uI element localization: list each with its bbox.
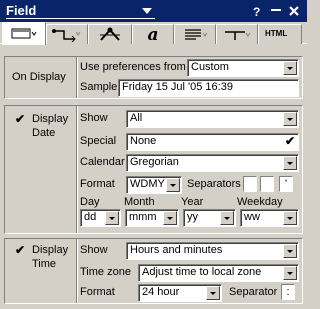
format-select[interactable]: WDMY [126, 176, 182, 194]
tab-tabs[interactable] [216, 24, 258, 44]
use-preferences-select[interactable]: Custom [187, 59, 299, 77]
date-show-label: Show [80, 112, 108, 124]
timezone-select[interactable]: Adjust time to local zone [138, 264, 299, 282]
display-date-checkbox[interactable]: ✔ [15, 112, 25, 126]
time-show-value: Hours and minutes [130, 244, 223, 256]
special-label: Special [80, 135, 117, 147]
minimize-icon[interactable] [268, 3, 284, 19]
chevron-down-icon[interactable] [283, 112, 297, 126]
time-separator-label: Separator [229, 286, 278, 298]
day-select[interactable]: dd [80, 209, 121, 227]
time-separator-field[interactable]: : [281, 284, 295, 300]
paragraph-tab-icon [185, 28, 208, 40]
month-label: Month [124, 196, 155, 208]
year-select[interactable]: yy [183, 209, 236, 227]
day-value: dd [84, 211, 97, 223]
sample-label: Sample [80, 81, 118, 93]
display-time-label-2: Time [32, 258, 57, 270]
display-date-separator [76, 106, 78, 233]
tabs-tab-icon [225, 30, 251, 40]
separator-1-field[interactable] [243, 176, 257, 192]
format-label: Format [80, 178, 115, 190]
format-value: WDMY [130, 178, 165, 190]
year-label: Year [181, 196, 204, 208]
timezone-label: Time zone [80, 266, 131, 278]
time-show-label: Show [80, 244, 108, 256]
calendar-select[interactable]: Gregorian [126, 154, 299, 172]
display-time-label-1: Display [32, 244, 69, 256]
on-display-label: On Display [12, 71, 66, 83]
use-preferences-label: Use preferences from [80, 61, 186, 73]
on-display-separator [76, 57, 78, 98]
chevron-down-icon[interactable] [105, 211, 119, 225]
tab-text[interactable]: a [132, 24, 174, 45]
time-format-value: 24 hour [142, 286, 180, 298]
title-bar[interactable]: Field ? [0, 0, 307, 22]
date-show-select[interactable]: All [126, 110, 299, 128]
month-value: mmm [129, 211, 157, 223]
chevron-down-icon[interactable] [206, 286, 220, 300]
chevron-down-icon[interactable] [166, 178, 180, 192]
month-select[interactable]: mmm [125, 209, 179, 227]
year-value: yy [187, 211, 198, 223]
chevron-down-icon[interactable] [283, 211, 297, 225]
display-date-label-1: Display [32, 113, 69, 125]
calendar-label: Calendar [80, 156, 125, 168]
separator-2-field[interactable] [260, 176, 274, 192]
html-tab-label: HTML [265, 29, 288, 38]
timezone-value: Adjust time to local zone [142, 266, 262, 278]
tab-strip: a HTML [0, 22, 307, 45]
display-time-panel: ✔ Display Time Show Hours and minutes Ti… [4, 238, 303, 304]
tab-paragraph[interactable] [174, 24, 216, 44]
on-display-panel: On Display Use preferences from Custom S… [4, 56, 303, 99]
chevron-down-icon[interactable] [220, 211, 234, 225]
chevron-down-icon[interactable] [283, 156, 297, 170]
use-preferences-value: Custom [191, 61, 229, 73]
chevron-down-icon[interactable] [283, 61, 297, 75]
tab-connectors[interactable] [46, 24, 88, 44]
connector-tab-icon [52, 28, 81, 42]
chevron-down-icon[interactable] [163, 211, 177, 225]
close-icon[interactable] [286, 3, 302, 19]
special-value: None [130, 135, 157, 147]
display-date-panel: ✔ Display Date Show All Special None ✔ C… [4, 105, 303, 234]
time-show-select[interactable]: Hours and minutes [126, 242, 299, 260]
title-menu-arrow-icon[interactable] [142, 8, 152, 14]
day-label: Day [80, 196, 100, 208]
tab-picture[interactable] [88, 24, 132, 44]
separators-label: Separators [187, 178, 241, 190]
help-icon[interactable]: ? [250, 3, 266, 19]
svg-text:?: ? [253, 5, 260, 19]
display-time-checkbox[interactable]: ✔ [15, 243, 25, 257]
sample-value: Friday 15 Jul '05 16:39 [122, 81, 233, 93]
separator-3-field[interactable]: ' [279, 176, 293, 192]
display-date-label-2: Date [32, 127, 56, 139]
time-format-select[interactable]: 24 hour [138, 284, 222, 302]
title-underline [6, 18, 155, 19]
special-check-icon: ✔ [284, 134, 295, 148]
tab-html[interactable]: HTML [258, 24, 302, 44]
chevron-down-icon[interactable] [283, 266, 297, 280]
calendar-value: Gregorian [130, 156, 179, 168]
text-tab-icon: a [147, 25, 159, 45]
picture-tab-icon [100, 27, 120, 41]
weekday-value: ww [244, 211, 260, 223]
sample-field[interactable]: Friday 15 Jul '05 16:39 [118, 79, 299, 97]
weekday-label: Weekday [237, 196, 283, 208]
date-show-value: All [130, 112, 143, 124]
chevron-down-icon[interactable] [283, 244, 297, 258]
special-field[interactable]: None ✔ [126, 133, 299, 151]
general-tab-icon [11, 28, 37, 39]
window-title: Field [6, 3, 37, 18]
display-time-separator [76, 239, 78, 303]
weekday-select[interactable]: ww [240, 209, 299, 227]
time-format-label: Format [80, 286, 115, 298]
tab-general[interactable] [2, 22, 46, 45]
